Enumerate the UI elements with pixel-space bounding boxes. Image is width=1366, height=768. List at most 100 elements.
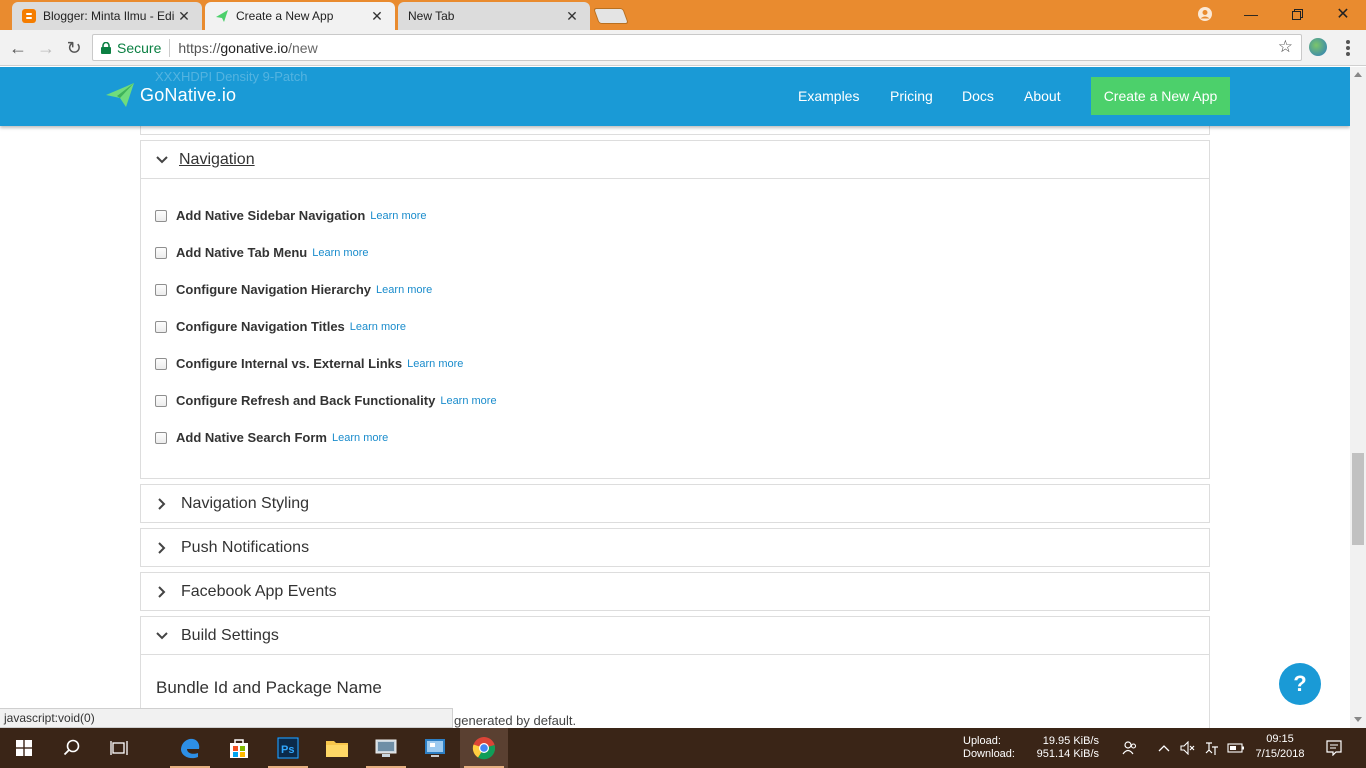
- panel-header[interactable]: Push Notifications: [141, 529, 1209, 567]
- checkbox[interactable]: [155, 394, 167, 407]
- facebook-app-events-panel[interactable]: Facebook App Events: [140, 572, 1210, 611]
- windows-start-icon[interactable]: [0, 728, 48, 768]
- photoshop-icon[interactable]: Ps: [264, 728, 312, 768]
- blogger-icon: [22, 9, 36, 23]
- chevron-right-icon: [155, 497, 169, 511]
- new-tab-button[interactable]: [593, 8, 629, 24]
- chevron-right-icon: [155, 585, 169, 599]
- navigation-panel: Navigation Add Native Sidebar Navigation…: [140, 140, 1210, 479]
- option-label: Configure Refresh and Back Functionality: [176, 393, 436, 408]
- tab-blogger[interactable]: Blogger: Minta Ilmu - Edi ✕: [12, 2, 202, 30]
- url-host: gonative.io: [220, 39, 289, 56]
- learn-more-link[interactable]: Learn more: [370, 210, 426, 222]
- page-scrollbar[interactable]: [1350, 67, 1366, 728]
- checkbox[interactable]: [155, 246, 167, 259]
- store-icon[interactable]: [215, 728, 263, 768]
- bundle-id-heading: Bundle Id and Package Name: [156, 678, 382, 697]
- panel-header[interactable]: Facebook App Events: [141, 573, 1209, 611]
- back-arrow-icon[interactable]: ←: [6, 36, 30, 60]
- push-notifications-panel[interactable]: Push Notifications: [140, 528, 1210, 567]
- control-panel-icon[interactable]: [411, 728, 459, 768]
- tab-new-tab[interactable]: New Tab ✕: [398, 2, 590, 30]
- panel-title: Facebook App Events: [181, 583, 337, 600]
- panel-header[interactable]: Navigation Styling: [141, 485, 1209, 523]
- navigation-panel-title: Navigation: [179, 150, 255, 168]
- address-bar[interactable]: Secure https://gonative.io/new ☆: [92, 34, 1302, 61]
- learn-more-link[interactable]: Learn more: [440, 395, 496, 407]
- tab-create-new-app[interactable]: Create a New App ✕: [205, 2, 395, 30]
- extension-icon[interactable]: [1309, 38, 1327, 56]
- download-value: 951.14 KiB/s: [1036, 748, 1099, 760]
- reload-icon[interactable]: ↻: [62, 36, 86, 60]
- close-icon[interactable]: ✕: [564, 8, 580, 25]
- learn-more-link[interactable]: Learn more: [376, 284, 432, 296]
- network-speed-meter: Upload: 19.95 KiB/s Download: 951.14 KiB/s: [963, 735, 1099, 761]
- profile-icon[interactable]: [1182, 0, 1228, 28]
- panel-title: Navigation Styling: [181, 495, 310, 512]
- browser-tab-strip: Blogger: Minta Ilmu - Edi ✕ Create a New…: [0, 0, 1366, 30]
- lock-icon: [101, 41, 111, 54]
- checkbox[interactable]: [155, 283, 167, 296]
- option-row: Add Native Sidebar Navigation Learn more: [155, 208, 427, 223]
- tab-title: New Tab: [408, 9, 455, 23]
- nav-link-docs[interactable]: Docs: [962, 88, 994, 104]
- people-icon[interactable]: [1118, 728, 1142, 768]
- clock-date: 7/15/2018: [1255, 748, 1305, 760]
- scrollbar-thumb[interactable]: [1352, 453, 1364, 545]
- network-icon[interactable]: [1202, 728, 1222, 768]
- close-icon[interactable]: ✕: [176, 8, 192, 25]
- taskbar-clock[interactable]: 09:15 7/15/2018: [1248, 732, 1312, 762]
- checkbox[interactable]: [155, 357, 167, 370]
- navigation-styling-panel[interactable]: Navigation Styling: [140, 484, 1210, 523]
- scroll-down-arrow-icon[interactable]: [1354, 717, 1362, 722]
- scroll-up-arrow-icon[interactable]: [1354, 72, 1362, 77]
- option-label: Add Native Sidebar Navigation: [176, 208, 366, 223]
- divider: [169, 38, 171, 57]
- background-text: XXXHDPI Density 9-Patch: [155, 69, 308, 84]
- remote-desktop-icon[interactable]: [362, 728, 410, 768]
- page-viewport: XXXHDPI Density 9-Patch GoNative.io Exam…: [0, 67, 1350, 728]
- option-row: Configure Refresh and Back Functionality…: [155, 393, 497, 408]
- windows-taskbar: Ps Upload: 19.95 KiB/s Download: 951.14 Ki…: [0, 728, 1366, 768]
- volume-muted-icon[interactable]: [1178, 728, 1198, 768]
- checkbox[interactable]: [155, 209, 167, 222]
- nav-link-examples[interactable]: Examples: [798, 88, 859, 104]
- file-explorer-icon[interactable]: [313, 728, 361, 768]
- checkbox[interactable]: [155, 320, 167, 333]
- close-icon[interactable]: ✕: [369, 8, 385, 25]
- option-row: Add Native Tab Menu Learn more: [155, 245, 368, 260]
- minimize-button[interactable]: —: [1228, 0, 1274, 28]
- maximize-button[interactable]: [1274, 0, 1320, 28]
- navigation-panel-header[interactable]: Navigation: [141, 141, 1209, 179]
- learn-more-link[interactable]: Learn more: [407, 358, 463, 370]
- help-button[interactable]: ?: [1279, 663, 1321, 705]
- site-logo[interactable]: GoNative.io: [106, 83, 236, 107]
- battery-icon[interactable]: [1226, 728, 1246, 768]
- nav-link-pricing[interactable]: Pricing: [890, 88, 933, 104]
- upload-value: 19.95 KiB/s: [1042, 735, 1099, 747]
- chevron-up-icon[interactable]: [1156, 728, 1172, 768]
- checkbox[interactable]: [155, 431, 167, 444]
- bookmark-star-icon[interactable]: ☆: [1278, 37, 1293, 57]
- url-path: /new: [288, 39, 318, 56]
- task-view-icon[interactable]: [96, 728, 144, 768]
- clock-time: 09:15: [1266, 733, 1294, 745]
- learn-more-link[interactable]: Learn more: [332, 432, 388, 444]
- edge-icon[interactable]: [166, 728, 214, 768]
- chevron-down-icon: [155, 629, 169, 643]
- forward-arrow-icon[interactable]: →: [34, 36, 58, 60]
- download-label: Download:: [963, 748, 1015, 760]
- nav-link-about[interactable]: About: [1024, 88, 1061, 104]
- learn-more-link[interactable]: Learn more: [312, 247, 368, 259]
- browser-menu-icon[interactable]: [1340, 38, 1356, 58]
- learn-more-link[interactable]: Learn more: [350, 321, 406, 333]
- svg-text:Ps: Ps: [281, 744, 294, 756]
- site-header: XXXHDPI Density 9-Patch GoNative.io Exam…: [0, 67, 1350, 126]
- chrome-icon[interactable]: [460, 728, 508, 768]
- notification-center-icon[interactable]: [1322, 728, 1346, 768]
- build-settings-header[interactable]: Build Settings: [141, 617, 1209, 655]
- search-icon[interactable]: [48, 728, 96, 768]
- create-new-app-button[interactable]: Create a New App: [1091, 77, 1230, 115]
- bundle-id-description: generated by default.: [454, 713, 577, 728]
- close-window-button[interactable]: ✕: [1320, 0, 1366, 28]
